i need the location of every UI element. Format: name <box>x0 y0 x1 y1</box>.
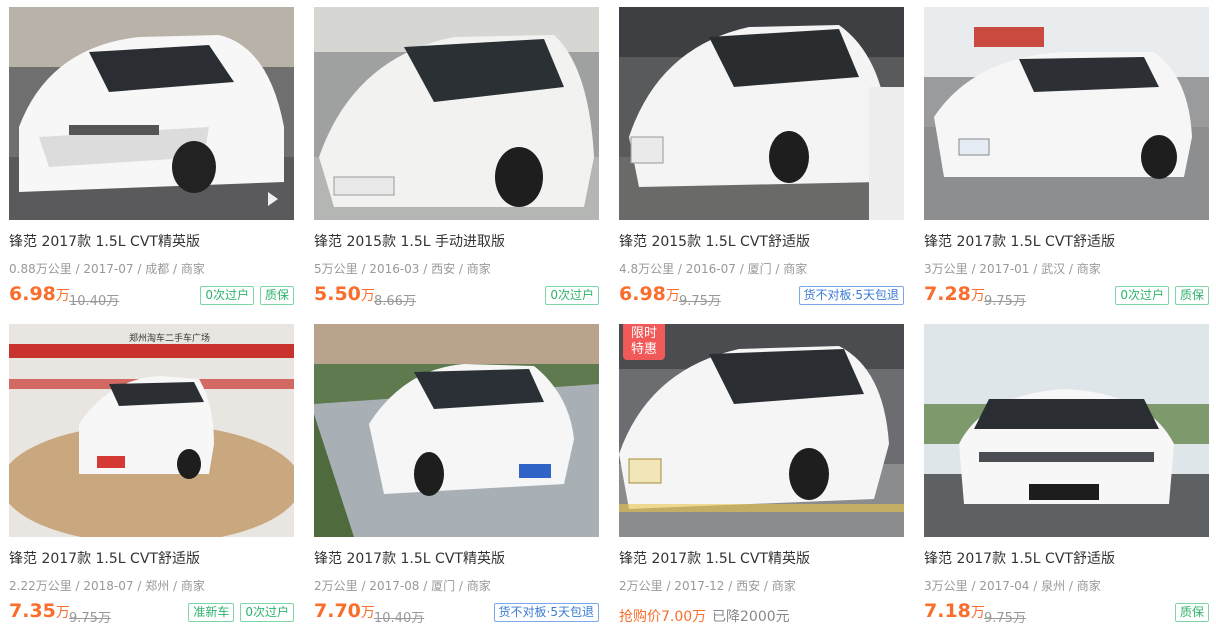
car-title[interactable]: 锋范 2017款 1.5L CVT舒适版 <box>9 548 200 568</box>
car-price: 7.18万 <box>924 600 985 622</box>
car-photo[interactable] <box>924 324 1209 537</box>
original-price: 8.66万 <box>374 294 416 309</box>
tag-nearly-new: 准新车 <box>188 603 235 622</box>
price-value: 7.18 <box>924 600 971 622</box>
car-photo[interactable] <box>314 7 599 220</box>
tag-warranty: 质保 <box>1174 286 1209 305</box>
price-drop: 已降2000元 <box>712 609 790 625</box>
tag-refund-guarantee: 货不对板·5天包退 <box>493 603 599 622</box>
price-row: 7.28万 9.75万 0次过户 质保 <box>924 283 1209 309</box>
price-value: 5.50 <box>314 283 361 305</box>
price-unit: 万 <box>360 288 375 304</box>
price-value: 7.28 <box>924 283 971 305</box>
limited-offer-badge: 限时 特惠 <box>623 324 665 360</box>
car-title[interactable]: 锋范 2017款 1.5L CVT精英版 <box>314 548 505 568</box>
car-photo[interactable]: 限时 特惠 <box>619 324 904 537</box>
badge-line-1: 限时 <box>630 326 657 341</box>
tag-group: 货不对板·5天包退 <box>493 603 599 622</box>
tag-transfer: 0次过户 <box>1115 286 1169 305</box>
tag-group: 准新车 0次过户 <box>188 603 294 622</box>
car-card[interactable]: 锋范 2017款 1.5L CVT舒适版 3万公里 / 2017-01 / 武汉… <box>924 7 1209 317</box>
video-play-icon[interactable] <box>268 192 278 206</box>
car-price: 7.28万 <box>924 283 985 305</box>
original-price: 9.75万 <box>984 294 1026 309</box>
price-row: 5.50万 8.66万 0次过户 <box>314 283 599 309</box>
car-meta: 3万公里 / 2017-04 / 泉州 / 商家 <box>924 579 1101 593</box>
price-unit: 万 <box>360 605 375 621</box>
car-price: 7.35万 <box>9 600 70 622</box>
tag-warranty: 质保 <box>259 286 294 305</box>
car-price: 6.98万 <box>9 283 70 305</box>
price-unit: 万 <box>55 605 70 621</box>
price-unit: 万 <box>55 288 70 304</box>
flash-sale-price: 抢购价7.00万 <box>619 609 707 625</box>
tag-transfer: 0次过户 <box>200 286 254 305</box>
price-row: 7.70万 10.40万 货不对板·5天包退 <box>314 600 599 626</box>
car-price: 6.98万 <box>619 283 680 305</box>
tag-transfer: 0次过户 <box>545 286 599 305</box>
tag-group: 货不对板·5天包退 <box>798 286 904 305</box>
price-value: 7.35 <box>9 600 56 622</box>
price-unit: 万 <box>665 288 680 304</box>
tag-group: 0次过户 质保 <box>200 286 294 305</box>
price-unit: 万 <box>970 288 985 304</box>
car-photo[interactable] <box>619 7 904 220</box>
tag-group: 0次过户 <box>545 286 599 305</box>
car-title[interactable]: 锋范 2015款 1.5L 手动进取版 <box>314 231 505 251</box>
original-price: 10.40万 <box>69 294 120 309</box>
car-title[interactable]: 锋范 2017款 1.5L CVT舒适版 <box>924 548 1115 568</box>
car-card[interactable]: 郑州淘车二手车广场 锋范 2017款 1.5L CVT舒适版 2.22万公里 /… <box>9 324 294 634</box>
car-price: 7.70万 <box>314 600 375 622</box>
car-listing-grid: 锋范 2017款 1.5L CVT精英版 0.88万公里 / 2017-07 /… <box>0 0 1216 633</box>
price-unit: 万 <box>970 605 985 621</box>
price-value: 6.98 <box>619 283 666 305</box>
price-row: 7.18万 9.75万 质保 <box>924 600 1209 626</box>
car-price: 5.50万 <box>314 283 375 305</box>
car-title[interactable]: 锋范 2017款 1.5L CVT舒适版 <box>924 231 1115 251</box>
car-meta: 2.22万公里 / 2018-07 / 郑州 / 商家 <box>9 579 205 593</box>
car-card[interactable]: 限时 特惠 锋范 2017款 1.5L CVT精英版 2万公里 / 2017-1… <box>619 324 904 634</box>
car-card[interactable]: 锋范 2017款 1.5L CVT精英版 2万公里 / 2017-08 / 厦门… <box>314 324 599 634</box>
price-value: 6.98 <box>9 283 56 305</box>
tag-group: 0次过户 质保 <box>1115 286 1209 305</box>
car-photo[interactable] <box>9 7 294 220</box>
price-value: 7.70 <box>314 600 361 622</box>
car-title[interactable]: 锋范 2015款 1.5L CVT舒适版 <box>619 231 810 251</box>
car-card[interactable]: 锋范 2017款 1.5L CVT精英版 0.88万公里 / 2017-07 /… <box>9 7 294 317</box>
tag-refund-guarantee: 货不对板·5天包退 <box>798 286 904 305</box>
car-meta: 2万公里 / 2017-12 / 西安 / 商家 <box>619 579 796 593</box>
car-photo[interactable] <box>314 324 599 537</box>
price-row: 6.98万 9.75万 货不对板·5天包退 <box>619 283 904 309</box>
car-photo[interactable] <box>924 7 1209 220</box>
showroom-banner: 郑州淘车二手车广场 <box>129 334 211 344</box>
car-meta: 4.8万公里 / 2016-07 / 厦门 / 商家 <box>619 262 808 276</box>
price-row: 6.98万 10.40万 0次过户 质保 <box>9 283 294 309</box>
price-row: 抢购价7.00万 已降2000元 <box>619 600 904 625</box>
car-title[interactable]: 锋范 2017款 1.5L CVT精英版 <box>9 231 200 251</box>
original-price: 10.40万 <box>374 611 425 626</box>
original-price: 9.75万 <box>679 294 721 309</box>
tag-group: 质保 <box>1174 603 1209 622</box>
car-meta: 0.88万公里 / 2017-07 / 成都 / 商家 <box>9 262 205 276</box>
price-row: 7.35万 9.75万 准新车 0次过户 <box>9 600 294 626</box>
original-price: 9.75万 <box>984 611 1026 626</box>
car-card[interactable]: 锋范 2015款 1.5L 手动进取版 5万公里 / 2016-03 / 西安 … <box>314 7 599 317</box>
car-card[interactable]: 锋范 2017款 1.5L CVT舒适版 3万公里 / 2017-04 / 泉州… <box>924 324 1209 634</box>
car-meta: 3万公里 / 2017-01 / 武汉 / 商家 <box>924 262 1101 276</box>
car-title[interactable]: 锋范 2017款 1.5L CVT精英版 <box>619 548 810 568</box>
car-meta: 5万公里 / 2016-03 / 西安 / 商家 <box>314 262 491 276</box>
car-photo[interactable]: 郑州淘车二手车广场 <box>9 324 294 537</box>
car-meta: 2万公里 / 2017-08 / 厦门 / 商家 <box>314 579 491 593</box>
original-price: 9.75万 <box>69 611 111 626</box>
badge-line-2: 特惠 <box>630 342 657 357</box>
tag-transfer: 0次过户 <box>240 603 294 622</box>
tag-warranty: 质保 <box>1174 603 1209 622</box>
car-card[interactable]: 锋范 2015款 1.5L CVT舒适版 4.8万公里 / 2016-07 / … <box>619 7 904 317</box>
